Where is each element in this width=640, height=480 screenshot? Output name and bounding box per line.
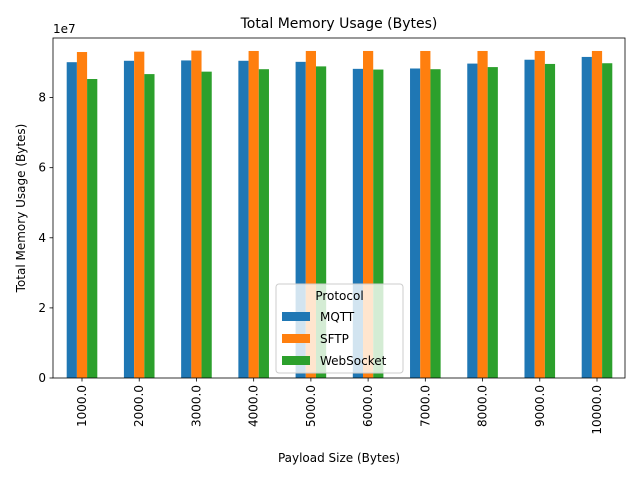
x-tick-label: 2000.0 — [132, 385, 146, 427]
chart-title: Total Memory Usage (Bytes) — [240, 16, 438, 32]
legend: Protocol MQTT SFTP WebSocket — [275, 283, 404, 374]
bar-mqtt-7000.0 — [410, 68, 421, 379]
bar-chart: Total Memory Usage (Bytes) 1000.0 2000.0 3… — [14, 16, 626, 465]
x-tick-label: 4000.0 — [247, 385, 261, 427]
bar-websocket-10000.0 — [602, 63, 613, 379]
legend-label-mqtt: MQTT — [320, 310, 355, 324]
legend-label-websocket: WebSocket — [320, 354, 387, 368]
y-tick-label: 4 — [38, 231, 46, 245]
legend-swatch-websocket — [282, 356, 310, 365]
bar-websocket-2000.0 — [144, 74, 155, 378]
bar-sftp-9000.0 — [534, 50, 545, 378]
bar-mqtt-9000.0 — [524, 59, 535, 378]
bar-mqtt-1000.0 — [66, 62, 77, 378]
bar-sftp-1000.0 — [76, 52, 88, 379]
y-axis-label: Total Memory Usage (Bytes) — [14, 124, 28, 294]
legend-title: Protocol — [315, 289, 363, 303]
bar-sftp-8000.0 — [477, 50, 488, 378]
legend-label-sftp: SFTP — [320, 332, 349, 346]
x-axis-ticks: 1000.0 2000.0 3000.0 4000.0 5000.0 6000.0 7000… — [75, 378, 604, 435]
bar-sftp-2000.0 — [134, 51, 145, 379]
y-tick-label: 8 — [38, 91, 46, 105]
bar-websocket-7000.0 — [430, 69, 441, 378]
bar-sftp-10000.0 — [591, 50, 603, 378]
x-tick-label: 9000.0 — [533, 385, 547, 427]
x-tick-label: 8000.0 — [476, 385, 490, 427]
bar-websocket-9000.0 — [544, 63, 556, 378]
x-tick-label: 6000.0 — [361, 385, 375, 427]
bar-websocket-4000.0 — [258, 69, 269, 378]
x-tick-label: 10000.0 — [590, 385, 604, 435]
bar-mqtt-3000.0 — [181, 60, 192, 379]
y-axis-offset-label: 1e7 — [53, 22, 76, 36]
bar-websocket-3000.0 — [201, 71, 212, 379]
y-tick-label: 0 — [38, 371, 46, 385]
legend-swatch-sftp — [282, 334, 310, 343]
bar-websocket-8000.0 — [487, 67, 498, 378]
bar-sftp-7000.0 — [420, 50, 431, 378]
y-axis-ticks: 0 2 4 6 8 — [38, 91, 53, 385]
legend-swatch-mqtt — [282, 312, 310, 321]
bar-sftp-4000.0 — [248, 50, 259, 378]
bar-mqtt-4000.0 — [238, 60, 249, 378]
bar-mqtt-8000.0 — [467, 63, 478, 379]
x-tick-label: 5000.0 — [304, 385, 318, 427]
bar-mqtt-2000.0 — [123, 60, 135, 378]
y-tick-label: 6 — [38, 161, 46, 175]
x-tick-label: 7000.0 — [418, 385, 432, 427]
x-axis-label: Payload Size (Bytes) — [278, 451, 400, 465]
bar-mqtt-10000.0 — [581, 56, 592, 379]
x-tick-label: 3000.0 — [189, 385, 203, 427]
y-tick-label: 2 — [38, 301, 46, 315]
x-tick-label: 1000.0 — [75, 385, 89, 427]
bar-sftp-3000.0 — [191, 50, 202, 379]
bar-websocket-1000.0 — [87, 79, 98, 378]
